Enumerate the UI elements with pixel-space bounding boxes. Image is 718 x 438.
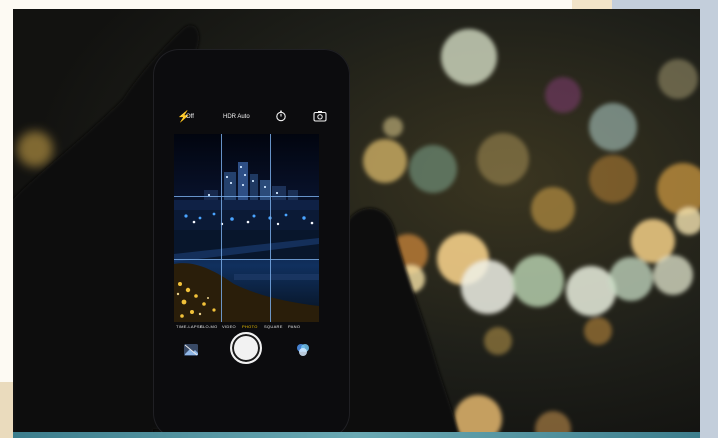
bottom-accent-strip	[13, 432, 700, 438]
switch-camera-icon[interactable]	[313, 110, 327, 122]
photo-thumbnail-icon[interactable]	[183, 342, 199, 358]
timer-icon[interactable]	[275, 110, 287, 122]
mode-slo-mo[interactable]: SLO-MO	[200, 323, 218, 331]
grid-line	[174, 196, 319, 197]
mode-video[interactable]: VIDEO	[222, 323, 236, 331]
mode-square[interactable]: SQUARE	[264, 323, 283, 331]
flash-label[interactable]: Off	[186, 112, 194, 122]
shutter-button[interactable]	[230, 332, 262, 364]
photo: ⚡ Off HDR Auto TIME-LAPSE SLO-MO VIDEO P…	[13, 9, 700, 435]
photo-scene	[13, 9, 700, 435]
grid-line	[174, 259, 319, 260]
camera-viewfinder[interactable]	[174, 134, 319, 322]
hdr-label[interactable]: HDR Auto	[223, 112, 250, 122]
grid-line	[221, 134, 222, 322]
viewfinder-city-scene	[174, 134, 319, 322]
camera-topbar: ⚡ Off HDR Auto	[171, 109, 333, 127]
mode-pano[interactable]: PANO	[288, 323, 300, 331]
mode-photo[interactable]: PHOTO	[242, 323, 258, 331]
grid-line	[270, 134, 271, 322]
mode-time-lapse[interactable]: TIME-LAPSE	[176, 323, 203, 331]
filters-icon[interactable]	[295, 342, 311, 358]
